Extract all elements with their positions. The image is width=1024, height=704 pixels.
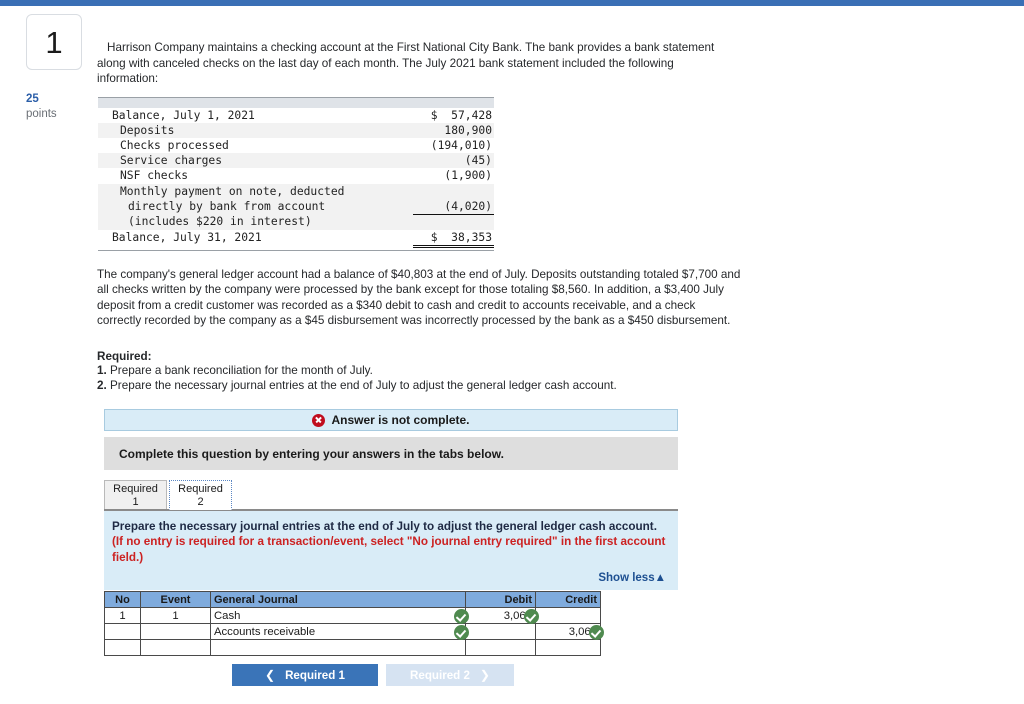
stmt-value-0: $ 57,428 — [430, 108, 492, 122]
journal-header-event: Event — [140, 591, 211, 608]
chevron-right-icon: ❯ — [479, 668, 490, 682]
requirement-prompt: Prepare the necessary journal entries at… — [112, 519, 666, 565]
requirement-nav: ❮ Required 1 Required 2 ❯ — [232, 664, 514, 686]
journal-cell-account-0[interactable]: Cash — [210, 607, 469, 624]
tab-required-1-line1: Required — [113, 483, 158, 495]
stmt-label-8: Balance, July 31, 2021 — [112, 230, 262, 244]
prev-required-button[interactable]: ❮ Required 1 — [232, 664, 378, 686]
journal-cell-debit-0[interactable]: 3,060 — [465, 607, 539, 624]
table-row: Accounts receivable 3,060 — [104, 623, 604, 640]
stmt-label-0: Balance, July 1, 2021 — [112, 108, 255, 122]
tab-required-2-line1: Required — [178, 483, 223, 495]
required-item-2: 2. Prepare the necessary journal entries… — [97, 378, 741, 393]
check-circle-icon — [524, 609, 539, 624]
stmt-label-4: NSF checks — [120, 169, 189, 183]
prev-required-label: Required 1 — [285, 668, 345, 682]
stmt-value-8: $ 38,353 — [430, 230, 492, 244]
tab-required-1-line2: 1 — [132, 496, 139, 508]
points-value: 25 — [26, 93, 39, 105]
journal-cell-no-1 — [104, 623, 141, 640]
journal-header-debit: Debit — [465, 591, 536, 608]
journal-cell-credit-1[interactable]: 3,060 — [535, 623, 604, 640]
requirement-tabs: Required 1 Required 2 — [104, 480, 678, 510]
instruction-bar-text: Complete this question by entering your … — [119, 446, 504, 461]
exam-question-page: 1 25 points Harrison Company maintains a… — [0, 0, 1024, 704]
journal-entry-table: No Event General Journal Debit Credit 1 … — [104, 591, 604, 656]
table-row: 1 1 Cash 3,060 — [104, 607, 601, 624]
question-number: 1 — [45, 24, 63, 60]
tab-required-2[interactable]: Required 2 — [169, 480, 232, 510]
bank-statement-table: Balance, July 1, 2021 $ 57,428 Deposits 18… — [98, 97, 494, 251]
journal-cell-account-1[interactable]: Accounts receivable — [210, 623, 469, 640]
journal-cell-credit-0[interactable] — [535, 607, 601, 624]
journal-cell-debit-1[interactable] — [465, 623, 536, 640]
stmt-label-3: Service charges — [120, 154, 223, 168]
chevron-up-icon: ▲ — [654, 572, 666, 585]
stmt-value-3: (45) — [464, 154, 492, 168]
requirement-prompt-main: Prepare the necessary journal entries at… — [112, 520, 657, 533]
required-item-1-number: 1. — [97, 364, 107, 377]
journal-cell-debit-2[interactable] — [465, 639, 536, 656]
journal-cell-account-2[interactable] — [210, 639, 466, 656]
question-number-box: 1 — [26, 14, 82, 70]
required-item-2-number: 2. — [97, 379, 107, 393]
next-required-button[interactable]: Required 2 ❯ — [386, 664, 514, 686]
check-circle-icon — [454, 625, 469, 640]
required-item-1-text: Prepare a bank reconciliation for the mo… — [110, 364, 373, 377]
journal-cell-no-0: 1 — [104, 607, 141, 624]
journal-cell-event-0: 1 — [140, 607, 211, 624]
journal-account-text-0: Cash — [214, 609, 241, 622]
check-circle-icon — [454, 609, 469, 624]
journal-cell-event-2 — [140, 639, 211, 656]
journal-cell-credit-2[interactable] — [535, 639, 601, 656]
tab-required-2-line2: 2 — [197, 496, 204, 508]
app-top-bar — [0, 0, 1024, 6]
journal-account-text-1: Accounts receivable — [214, 625, 316, 638]
required-items: 1. Prepare a bank reconciliation for the… — [97, 363, 741, 394]
journal-header-row: No Event General Journal Debit Credit — [104, 591, 601, 608]
answer-status-text: Answer is not complete. — [331, 413, 470, 427]
stmt-label-6: directly by bank from account — [128, 199, 326, 213]
stmt-value-1: 180,900 — [444, 123, 492, 137]
requirement-prompt-note: (If no entry is required for a transacti… — [112, 535, 666, 564]
show-less-link[interactable]: Show less▲ — [112, 572, 666, 584]
journal-header-no: No — [104, 591, 141, 608]
points-label: points — [26, 108, 57, 120]
scenario-paragraph: The company's general ledger account had… — [97, 268, 741, 328]
instruction-bar: Complete this question by entering your … — [104, 437, 678, 470]
journal-cell-no-2 — [104, 639, 141, 656]
stmt-value-4: (1,900) — [444, 169, 492, 183]
journal-header-credit: Credit — [535, 591, 601, 608]
table-row — [104, 639, 601, 656]
answer-panel: Answer is not complete. Complete this qu… — [104, 409, 678, 591]
show-less-label: Show less — [598, 572, 655, 585]
chevron-left-icon: ❮ — [265, 668, 276, 682]
check-circle-icon — [589, 625, 604, 640]
required-item-2-text: Prepare the necessary journal entries at… — [110, 379, 617, 393]
stmt-value-6: (4,020) — [444, 199, 492, 213]
stmt-label-2: Checks processed — [120, 138, 229, 152]
requirement-prompt-box: Prepare the necessary journal entries at… — [104, 509, 678, 591]
tab-required-1[interactable]: Required 1 — [104, 480, 167, 510]
stmt-label-7: (includes $220 in interest) — [128, 215, 312, 229]
answer-status-alert: Answer is not complete. — [104, 409, 678, 431]
stmt-label-5: Monthly payment on note, deducted — [120, 184, 345, 198]
error-circle-x-icon — [312, 413, 326, 427]
points-indicator: 25 points — [26, 92, 88, 122]
journal-cell-event-1 — [140, 623, 211, 640]
stmt-value-2: (194,010) — [430, 138, 492, 152]
required-item-1: 1. Prepare a bank reconciliation for the… — [97, 363, 741, 378]
next-required-label: Required 2 — [410, 668, 470, 682]
journal-header-general-journal: General Journal — [210, 591, 466, 608]
question-intro-text: Harrison Company maintains a checking ac… — [97, 41, 715, 86]
stmt-label-1: Deposits — [120, 123, 175, 137]
